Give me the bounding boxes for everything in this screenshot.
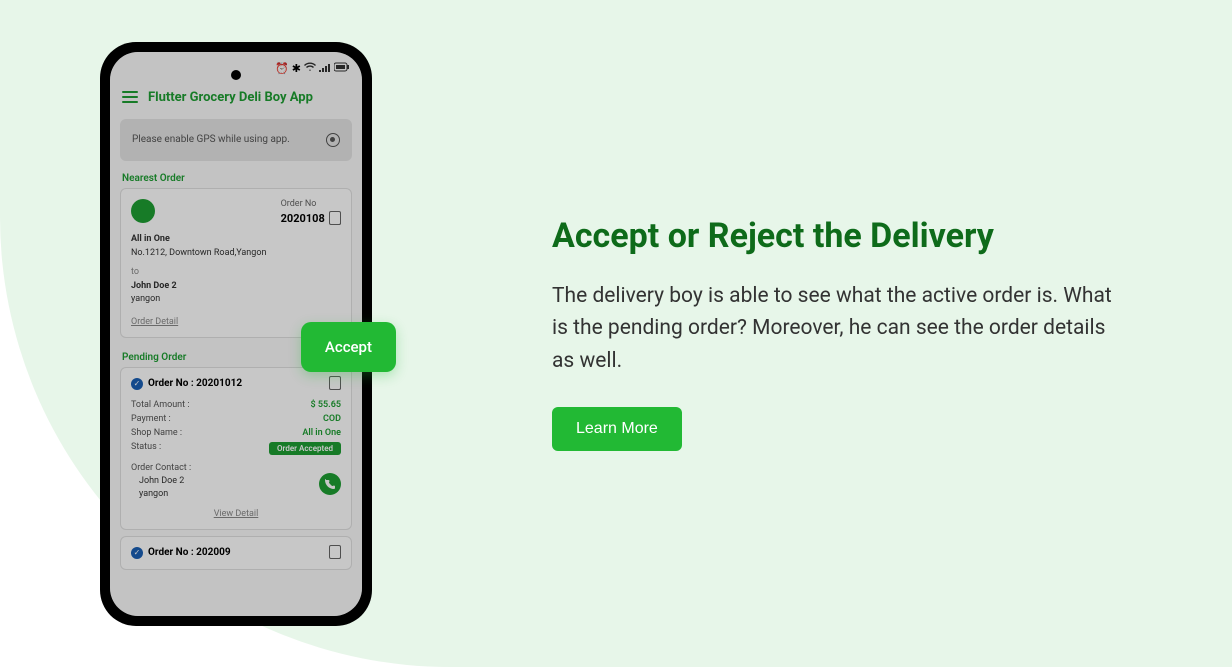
gps-banner[interactable]: Please enable GPS while using app. xyxy=(120,119,352,161)
pending-order-card[interactable]: ✓ Order No : 20201012 Total Amount : $ 5… xyxy=(120,367,352,530)
table-row: Shop Name : All in One xyxy=(131,426,341,440)
check-icon: ✓ xyxy=(131,547,143,559)
shop-avatar xyxy=(131,199,155,223)
wifi-icon xyxy=(304,62,316,75)
contact-city: yangon xyxy=(131,489,341,499)
pending-order-card-2[interactable]: ✓ Order No : 202009 xyxy=(120,536,352,570)
gps-message: Please enable GPS while using app. xyxy=(132,134,290,145)
bluetooth-icon: ✱ xyxy=(292,62,301,75)
page-title: Accept or Reject the Delivery xyxy=(552,216,1112,256)
copy-icon[interactable] xyxy=(331,213,341,225)
learn-more-button[interactable]: Learn More xyxy=(552,407,682,451)
pending-order-no-2: Order No : 202009 xyxy=(148,547,231,558)
camera-dot xyxy=(231,70,241,80)
customer-name: John Doe 2 xyxy=(131,280,341,294)
target-icon xyxy=(326,133,340,147)
battery-icon xyxy=(334,62,350,75)
status-row: Status : Order Accepted xyxy=(131,440,341,457)
contact-name: John Doe 2 xyxy=(131,476,341,486)
phone-mockup: ⏰ ✱ xyxy=(100,42,372,626)
status-badge: Order Accepted xyxy=(269,442,341,455)
phone-button[interactable] xyxy=(319,473,341,495)
app-title: Flutter Grocery Deli Boy App xyxy=(148,90,313,105)
pending-order-no: Order No : 20201012 xyxy=(148,378,242,389)
app-header: Flutter Grocery Deli Boy App xyxy=(110,82,362,113)
table-row: Payment : COD xyxy=(131,412,341,426)
signal-icon xyxy=(319,62,331,75)
marketing-content: Accept or Reject the Delivery The delive… xyxy=(432,216,1172,452)
table-row: Total Amount : $ 55.65 xyxy=(131,398,341,412)
nearest-order-card[interactable]: Order No 2020108 All in One No.1212, Dow… xyxy=(120,188,352,338)
order-no-label: Order No xyxy=(281,199,341,209)
shop-name: All in One xyxy=(131,233,341,247)
nearest-order-label: Nearest Order xyxy=(110,167,362,188)
shop-address: No.1212, Downtown Road,Yangon xyxy=(131,247,341,261)
menu-icon[interactable] xyxy=(122,91,138,103)
page-description: The delivery boy is able to see what the… xyxy=(552,280,1112,378)
alarm-icon: ⏰ xyxy=(275,62,289,75)
copy-icon[interactable] xyxy=(331,547,341,559)
accept-button[interactable]: Accept xyxy=(301,322,396,372)
check-icon: ✓ xyxy=(131,378,143,390)
view-detail-link[interactable]: View Detail xyxy=(131,509,341,519)
customer-city: yangon xyxy=(131,293,341,307)
order-no-value: 2020108 xyxy=(281,212,325,225)
to-label: to xyxy=(131,266,341,280)
contact-label: Order Contact : xyxy=(131,463,341,473)
copy-icon[interactable] xyxy=(331,378,341,390)
